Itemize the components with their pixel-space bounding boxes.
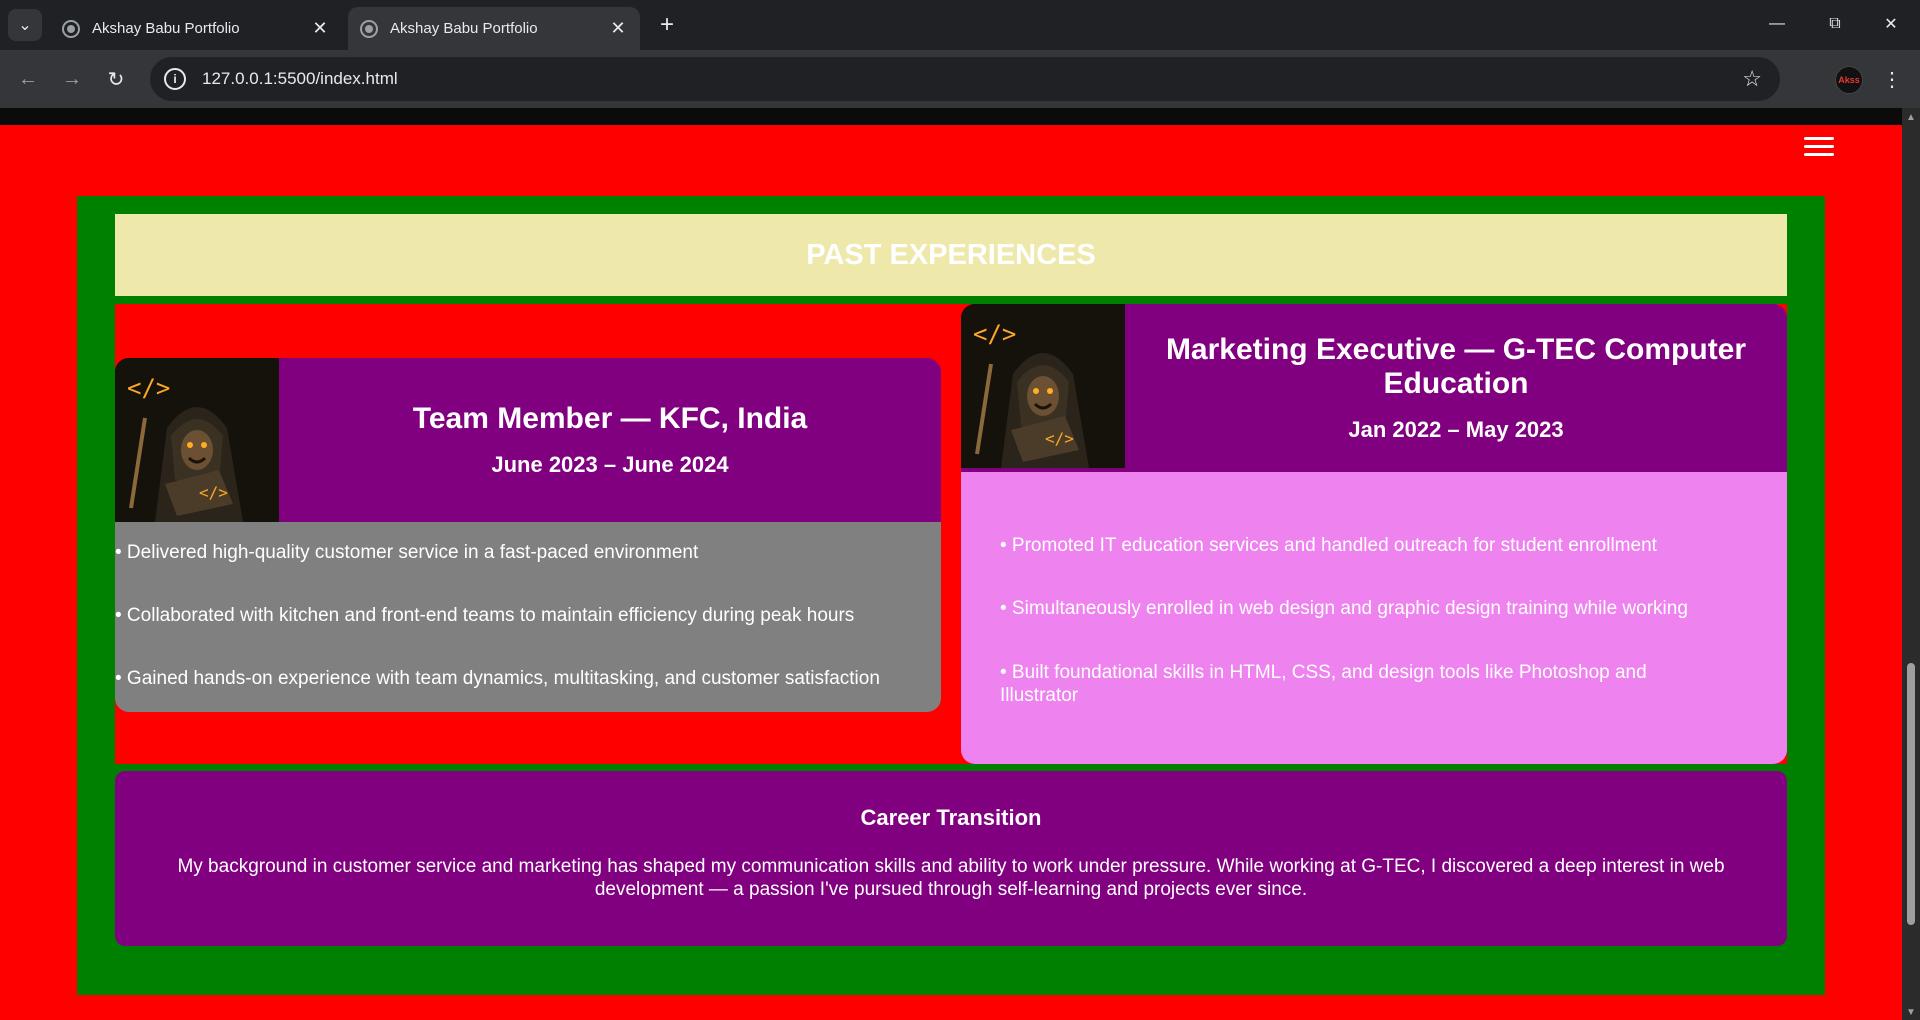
close-tab-icon[interactable]: ✕ <box>310 18 330 39</box>
section-header: PAST EXPERIENCES <box>115 214 1787 296</box>
url-text[interactable]: 127.0.0.1:5500/index.html <box>202 69 398 89</box>
card-body: • Promoted IT education services and han… <box>961 472 1787 764</box>
tab-strip: ⌄ Akshay Babu Portfolio ✕ Akshay Babu Po… <box>0 0 1920 50</box>
scroll-down-icon[interactable]: ▼ <box>1906 1007 1916 1018</box>
globe-icon <box>360 19 378 38</box>
tab-title: Akshay Babu Portfolio <box>390 20 538 37</box>
svg-text:</>: </> <box>127 374 170 402</box>
minimize-button[interactable]: — <box>1748 0 1806 48</box>
restore-button[interactable]: ⧉ <box>1806 0 1864 48</box>
new-tab-button[interactable]: + <box>652 10 682 40</box>
browser-toolbar: ← → ↻ i 127.0.0.1:5500/index.html ☆ Akss… <box>0 50 1920 108</box>
browser-tab-active[interactable]: Akshay Babu Portfolio ✕ <box>348 7 640 50</box>
experience-card-gtec: </> </> Marketing Executive — G-TEC Comp… <box>961 304 1787 764</box>
scrollbar-thumb[interactable] <box>1907 663 1915 925</box>
hooded-coder-image: </> </> <box>115 358 279 522</box>
info-icon[interactable]: i <box>164 68 186 90</box>
address-bar[interactable]: i 127.0.0.1:5500/index.html ☆ <box>150 57 1780 101</box>
back-button[interactable]: ← <box>12 63 44 95</box>
list-item: • Delivered high-quality customer servic… <box>115 542 699 563</box>
tab-search-button[interactable]: ⌄ <box>8 9 42 41</box>
svg-text:</>: </> <box>199 483 228 502</box>
close-icon: ✕ <box>1884 16 1898 33</box>
browser-menu-icon[interactable]: ⋮ <box>1880 63 1904 95</box>
svg-text:</>: </> <box>1045 429 1074 448</box>
browser-tab[interactable]: Akshay Babu Portfolio ✕ <box>50 7 342 50</box>
navbar-strip <box>0 108 1902 125</box>
list-item: • Gained hands-on experience with team d… <box>115 668 880 689</box>
list-item: • Built foundational skills in HTML, CSS… <box>1000 662 1647 706</box>
hooded-coder-image: </> </> <box>961 304 1125 468</box>
arrow-left-icon: ← <box>18 67 38 90</box>
scroll-up-icon[interactable]: ▲ <box>1906 112 1916 123</box>
arrow-right-icon: → <box>62 67 82 90</box>
site-favicon-icon <box>62 19 80 38</box>
card-body: • Delivered high-quality customer servic… <box>115 522 941 712</box>
bookmark-star-icon[interactable]: ☆ <box>1742 66 1762 92</box>
job-title: Team Member — KFC, India <box>412 402 808 435</box>
close-tab-icon[interactable]: ✕ <box>608 18 628 39</box>
list-item: • Simultaneously enrolled in web design … <box>1000 598 1688 619</box>
minimize-icon: — <box>1769 15 1785 32</box>
list-item: • Collaborated with kitchen and front-en… <box>115 605 855 626</box>
restore-icon: ⧉ <box>1829 15 1841 32</box>
job-dates: Jan 2022 – May 2023 <box>1348 417 1564 442</box>
forward-button[interactable]: → <box>56 63 88 95</box>
vertical-scrollbar[interactable]: ▲ ▼ <box>1902 108 1920 1020</box>
card-heading: Marketing Executive — G-TEC Computer Edu… <box>1125 304 1787 472</box>
career-transition-box: Career Transition My background in custo… <box>115 771 1787 946</box>
experience-cards: </> </> Team Member — KFC, India June 20… <box>115 304 1787 764</box>
tab-title: Akshay Babu Portfolio <box>92 20 240 37</box>
section-title: PAST EXPERIENCES <box>806 238 1096 271</box>
profile-avatar[interactable]: Akss <box>1835 66 1863 94</box>
chevron-down-icon: ⌄ <box>18 17 32 34</box>
reload-icon: ↻ <box>107 68 125 91</box>
card-heading: Team Member — KFC, India June 2023 – Jun… <box>279 358 941 522</box>
job-title: Marketing Executive — G-TEC Computer Edu… <box>1165 333 1747 400</box>
career-transition-heading: Career Transition <box>860 805 1042 830</box>
page-viewport: PAST EXPERIENCES </> </> Team Member — K… <box>0 108 1902 1020</box>
career-transition-text: My background in customer service and ma… <box>177 856 1725 900</box>
svg-text:</>: </> <box>973 320 1016 348</box>
list-item: • Promoted IT education services and han… <box>1000 535 1657 556</box>
reload-button[interactable]: ↻ <box>100 63 132 95</box>
hamburger-menu-icon[interactable] <box>1804 137 1834 157</box>
close-window-button[interactable]: ✕ <box>1862 0 1920 48</box>
plus-icon: + <box>659 11 674 38</box>
job-dates: June 2023 – June 2024 <box>491 452 729 477</box>
experience-card-kfc: </> </> Team Member — KFC, India June 20… <box>115 358 941 712</box>
